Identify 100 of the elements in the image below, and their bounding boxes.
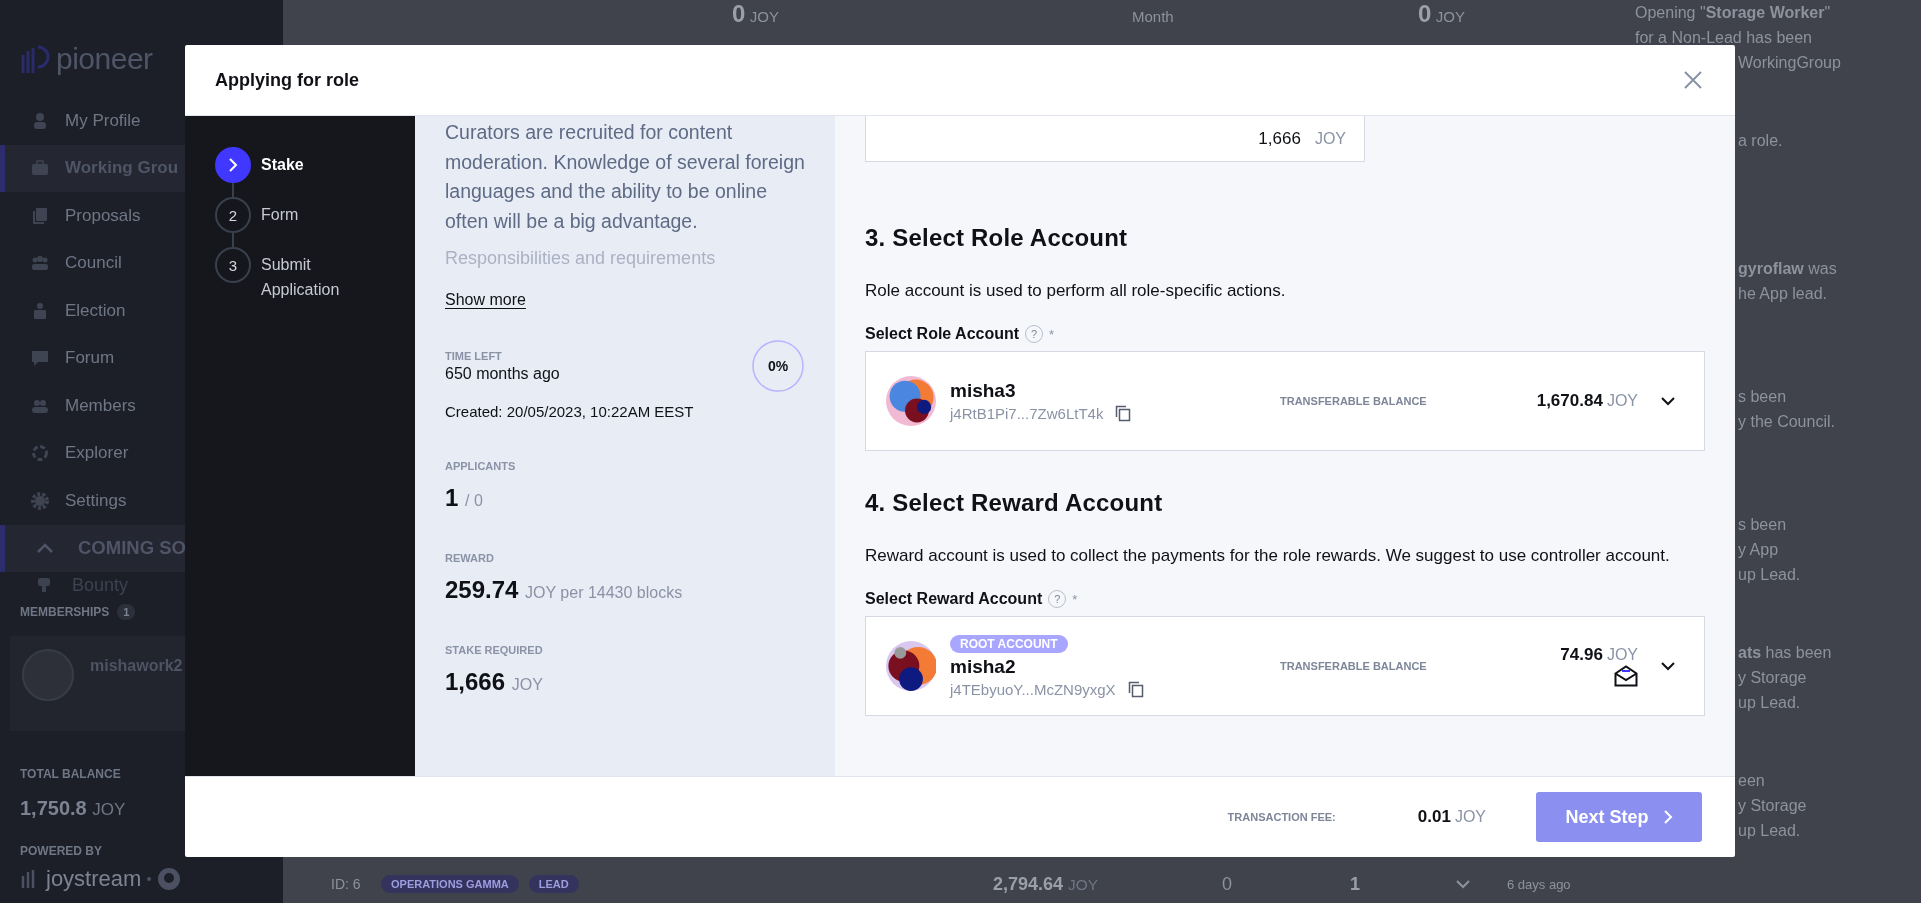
row-id: ID: 6 — [331, 876, 362, 892]
chat-icon — [31, 349, 49, 368]
notification-text: Opening "Storage Worker" — [1635, 3, 1831, 23]
step-indicator: 2 — [215, 197, 251, 233]
account-address: j4RtB1Pi7...7Zw6LtT4k — [950, 405, 1104, 422]
caret-up-icon — [36, 542, 54, 554]
gear-icon — [31, 491, 49, 510]
row-amount: 2,794.64 JOY — [993, 873, 1099, 895]
step-indicator: 3 — [215, 247, 251, 283]
brand-name: joystream — [46, 866, 142, 892]
stat-amount: 0 JOY — [732, 0, 780, 28]
table-cell-text: 1 — [1350, 873, 1361, 895]
account-name: misha2 — [950, 655, 1017, 678]
notification-text: y the Council. — [1738, 412, 1835, 432]
tag: LEAD — [528, 875, 579, 893]
step-label: Form — [261, 205, 300, 225]
briefcase-icon — [31, 159, 49, 178]
notification-text: ats has been — [1738, 643, 1832, 663]
transaction-fee-label: TRANSACTION FEE: — [1227, 811, 1336, 823]
reward-label: REWARD — [445, 552, 495, 564]
document-icon — [31, 206, 49, 225]
expand-icon — [1455, 879, 1471, 889]
opening-description: Curators are recruited for content moderation. Knowledge of several foreign languages and the ability to be online often will be a big advantage. — [445, 120, 805, 234]
created-date: Created: 20/05/2023, 10:22AM EEST — [445, 403, 695, 420]
account-address: j4TEbyuoY...McZN9yxgX — [950, 680, 1116, 698]
step-label: Submit Application — [261, 255, 341, 300]
chevron-down-icon — [1660, 396, 1676, 406]
modal-title: Applying for role — [215, 69, 359, 91]
table-cell-text: 0 — [1222, 873, 1233, 895]
account-select[interactable]: ROOT ACCOUNT misha2 j4TEbyuoY...McZN9yxgX TRANSFERABLE BALANCE 74.96 JOY — [865, 616, 1705, 716]
stake-label: STAKE REQUIRED — [445, 644, 544, 656]
balance-label: TRANSFERABLE BALANCE — [1280, 660, 1428, 672]
account-avatar-icon — [886, 641, 936, 691]
stat-amount: 0 JOY — [1418, 0, 1466, 28]
root-account-badge: ROOT ACCOUNT — [950, 634, 1068, 653]
person-icon — [31, 111, 49, 130]
required-mark: * — [1072, 591, 1078, 607]
chevron-right-icon — [227, 157, 239, 173]
notification-text: a role. — [1738, 131, 1783, 151]
account-name: misha3 — [950, 380, 1017, 402]
section-heading: Responsibilities and requirements — [445, 247, 717, 270]
membership-count: 1 — [117, 604, 136, 620]
show-more-link[interactable]: Show more — [445, 291, 526, 309]
nav-item[interactable]: Forum — [0, 334, 283, 382]
time-left-value: 650 months ago — [445, 364, 560, 383]
envelope-icon — [1614, 665, 1638, 687]
stake-value: 1,666 JOY — [445, 668, 544, 696]
notification-text: WorkingGroup — [1738, 53, 1841, 73]
powered-by-label: POWERED BY — [20, 844, 103, 858]
separator-dot — [147, 877, 152, 881]
total-balance-value: 1,750.8 JOY — [20, 797, 127, 820]
section-description: Reward account is used to collect the payments for the role rewards. We suggest to use controller account. — [865, 545, 1671, 567]
notification-text: een — [1738, 771, 1765, 791]
stat-label: Month — [1132, 7, 1175, 25]
copy-icon[interactable] — [1115, 405, 1132, 422]
ring-icon — [31, 444, 49, 463]
account-select[interactable]: misha3 j4RtB1Pi7...7Zw6LtT4k TRANSFERABLE BALANCE 1,670.84 JOY — [865, 351, 1705, 451]
notification-text: s been — [1738, 515, 1787, 535]
required-mark: * — [1049, 326, 1055, 342]
applicants-value: 1 / 0 — [445, 484, 484, 512]
app-logo-text: pioneer — [56, 42, 153, 76]
field-label: Select Reward Account — [865, 590, 1043, 608]
notification-text: y Storage — [1738, 796, 1807, 816]
logo-icon — [20, 43, 50, 75]
nav-item[interactable]: Settings — [0, 477, 283, 525]
nav-item[interactable]: Members — [0, 382, 283, 430]
chevron-right-icon — [1662, 809, 1673, 825]
notification-text: up Lead. — [1738, 565, 1801, 585]
account-avatar-icon — [886, 376, 936, 426]
balance-label: TRANSFERABLE BALANCE — [1280, 395, 1428, 407]
progress-ring: 0% — [751, 339, 805, 393]
notification-text: y Storage — [1738, 668, 1807, 688]
tag: OPERATIONS GAMMA — [381, 875, 519, 893]
stake-input-field[interactable]: 1,666 JOY — [865, 116, 1365, 162]
time-left-label: TIME LEFT — [445, 349, 503, 362]
applicants-label: APPLICANTS — [445, 460, 517, 472]
copy-icon[interactable] — [1127, 680, 1144, 698]
notification-text: gyroflaw was — [1738, 259, 1837, 279]
notification-text: he App lead. — [1738, 284, 1827, 304]
total-balance-label: TOTAL BALANCE — [20, 767, 122, 781]
section-heading: 4. Select Reward Account — [865, 489, 1164, 517]
notification-text: up Lead. — [1738, 821, 1801, 841]
group-icon — [31, 254, 49, 273]
balance-value: 1,670.84 JOY — [1536, 391, 1638, 411]
nav-item[interactable]: My Profile — [0, 97, 283, 145]
timestamp: 6 days ago — [1507, 876, 1571, 892]
section-description: Role account is used to perform all role-specific actions. — [865, 280, 1287, 302]
ballot-icon — [31, 301, 49, 320]
transaction-fee-value: 0.01 JOY — [1417, 807, 1486, 827]
balance-value: 74.96 JOY — [1560, 645, 1638, 665]
notification-text: for a Non-Lead has been — [1635, 28, 1812, 48]
reward-value: 259.74 JOY per 14430 blocks — [445, 576, 684, 604]
notification-text: y App — [1738, 540, 1779, 560]
section-heading: 3. Select Role Account — [865, 224, 1129, 252]
notification-text: up Lead. — [1738, 693, 1801, 713]
memberships-label: MEMBERSHIPS — [20, 605, 110, 619]
nav-item[interactable]: Explorer — [0, 429, 283, 477]
notification-text: s been — [1738, 387, 1787, 407]
member-avatar-icon — [22, 649, 74, 701]
chevron-down-icon — [1660, 661, 1676, 671]
